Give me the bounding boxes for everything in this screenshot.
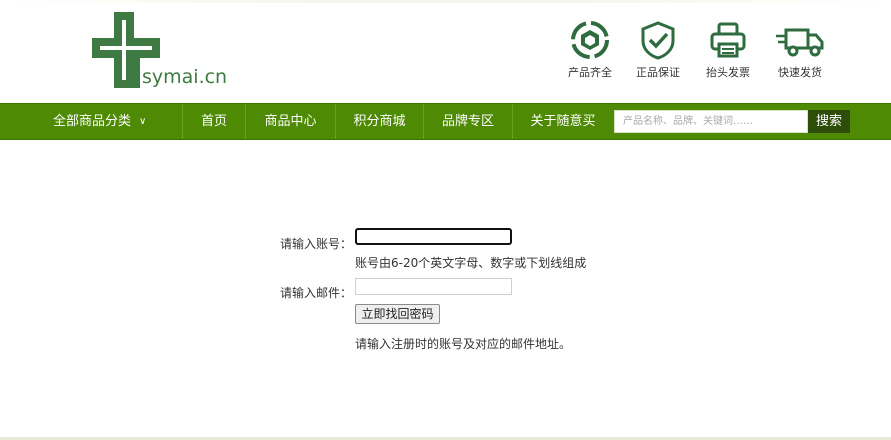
feature-invoice: 抬头发票: [698, 20, 758, 80]
nav-item-points-mall[interactable]: 积分商城: [335, 104, 423, 139]
nav-item-brands[interactable]: 品牌专区: [423, 104, 512, 139]
feature-label: 快速发货: [778, 66, 822, 79]
email-input[interactable]: [355, 278, 512, 295]
site-logo[interactable]: symai.cn: [92, 12, 227, 92]
form-note: 请输入注册时的账号及对应的邮件地址。: [355, 337, 572, 351]
account-label: 请输入账号：: [280, 237, 353, 251]
recover-password-button[interactable]: 立即找回密码: [355, 304, 440, 324]
page: symai.cn 产品齐全 正品保证 抬头发票 快速发货 全部商品分类 ∨ 首页…: [0, 0, 891, 440]
email-label: 请输入邮件：: [280, 286, 353, 300]
chevron-down-icon: ∨: [139, 116, 147, 127]
nav-item-about[interactable]: 关于随意买: [512, 104, 613, 139]
all-categories-label: 全部商品分类: [53, 114, 132, 129]
shield-check-icon: [641, 21, 675, 60]
recycle-icon: [571, 21, 609, 59]
feature-label: 正品保证: [636, 66, 680, 79]
search-button[interactable]: 搜索: [808, 110, 850, 133]
account-hint: 账号由6-20个英文字母、数字或下划线组成: [355, 256, 587, 270]
feature-genuine: 正品保证: [628, 20, 688, 80]
printer-icon: [710, 22, 746, 58]
nav-item-home[interactable]: 首页: [182, 104, 245, 139]
feature-label: 产品齐全: [568, 66, 612, 79]
feature-full-range: 产品齐全: [560, 20, 620, 80]
main-nav: 全部商品分类 ∨ 首页 商品中心 积分商城 品牌专区 关于随意买 产品名称、品牌、…: [0, 103, 891, 140]
search-input[interactable]: 产品名称、品牌、关键词……: [614, 110, 808, 133]
feature-fast-delivery: 快速发货: [770, 20, 830, 80]
account-input[interactable]: [355, 228, 512, 245]
feature-label: 抬头发票: [706, 66, 750, 79]
all-categories-menu[interactable]: 全部商品分类 ∨: [0, 104, 182, 139]
nav-item-products[interactable]: 商品中心: [245, 104, 335, 139]
top-accent-line: [0, 0, 891, 3]
logo-text: symai.cn: [142, 66, 228, 88]
delivery-truck-icon: [776, 28, 824, 57]
feature-list: 产品齐全 正品保证 抬头发票 快速发货: [560, 20, 830, 90]
